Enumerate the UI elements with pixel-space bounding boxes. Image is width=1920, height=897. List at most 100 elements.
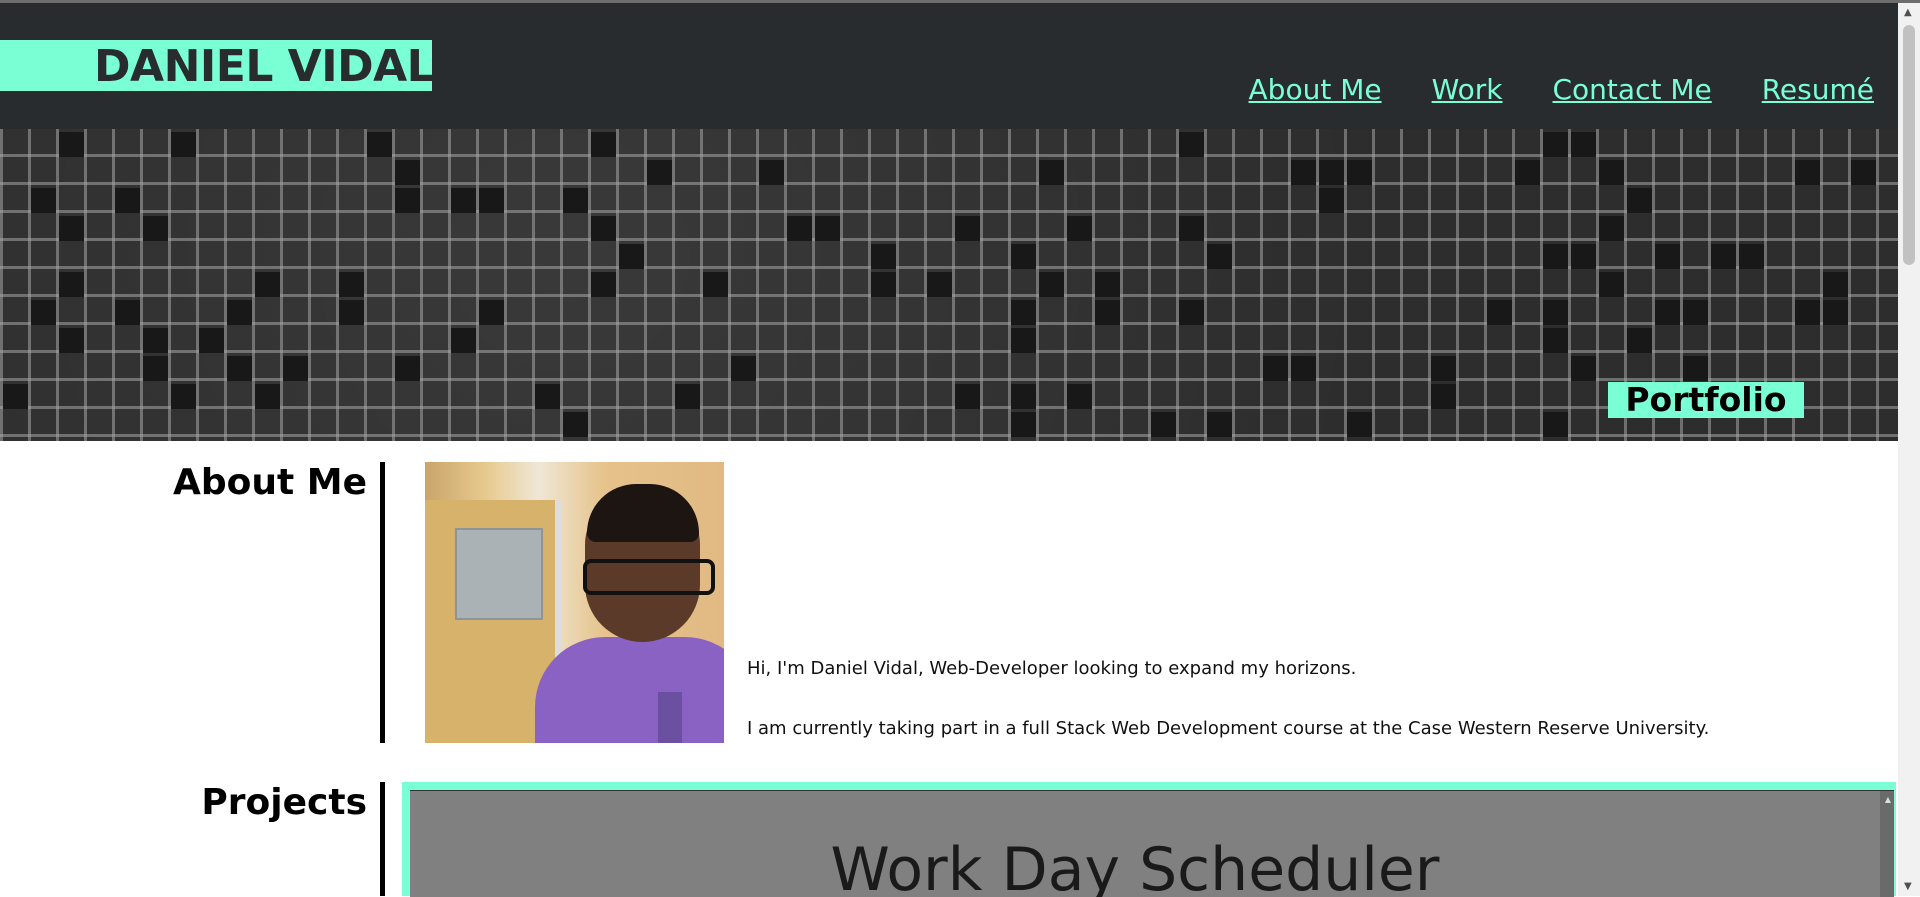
hero-mosaic-tile xyxy=(1179,132,1204,157)
hero-mosaic-tile xyxy=(1543,300,1568,325)
hero-mosaic-tile xyxy=(1319,160,1344,185)
hero-mosaic-tile xyxy=(1795,300,1820,325)
site-header: DANIEL VIDAL About Me Work Contact Me Re… xyxy=(0,3,1898,129)
hero-mosaic-tile xyxy=(563,412,588,437)
hero-mosaic-tile xyxy=(871,272,896,297)
hero-mosaic-tile xyxy=(1627,328,1652,353)
hero-mosaic-tile xyxy=(1851,160,1876,185)
hero-mosaic-tile xyxy=(115,300,140,325)
brand-name[interactable]: DANIEL VIDAL xyxy=(94,37,435,97)
hero-mosaic-tile xyxy=(3,384,28,409)
hero-mosaic-tile xyxy=(395,160,420,185)
hero-mosaic-tile xyxy=(1319,188,1344,213)
hero-mosaic-tile xyxy=(1655,244,1680,269)
hero-mosaic-tile xyxy=(1011,244,1036,269)
nav-link-contact-me[interactable]: Contact Me xyxy=(1553,73,1712,106)
scroll-down-icon[interactable]: ▼ xyxy=(1904,881,1912,892)
hero-mosaic-tile xyxy=(1599,160,1624,185)
hero-mosaic-tile xyxy=(367,132,392,157)
main-nav: About Me Work Contact Me Resumé xyxy=(1249,73,1874,106)
scroll-up-icon[interactable]: ▲ xyxy=(1904,7,1912,18)
hero-mosaic-tile xyxy=(1599,216,1624,241)
hero-mosaic-tile xyxy=(255,384,280,409)
hero-mosaic-tile xyxy=(59,328,84,353)
hero-mosaic-tile xyxy=(59,272,84,297)
hero-mosaic-tile xyxy=(1431,384,1456,409)
hero-mosaic-tile xyxy=(31,188,56,213)
hero-mosaic-tile xyxy=(115,188,140,213)
hero-mosaic-tile xyxy=(1627,188,1652,213)
hero-mosaic-tile xyxy=(171,384,196,409)
project-card[interactable]: Work Day Scheduler ▲ xyxy=(410,790,1894,897)
hero-mosaic-tile xyxy=(535,384,560,409)
hero-mosaic-tile xyxy=(59,132,84,157)
hero-mosaic-tile xyxy=(1011,300,1036,325)
scroll-up-icon[interactable]: ▲ xyxy=(1885,795,1891,804)
hero-mosaic-tile xyxy=(591,216,616,241)
hero-mosaic-tile xyxy=(1739,244,1764,269)
hero-mosaic-tile xyxy=(1683,300,1708,325)
hero-mosaic-tile xyxy=(479,188,504,213)
hero-mosaic-tile xyxy=(1011,412,1036,437)
hero-mosaic-tile xyxy=(647,160,672,185)
page-scrollbar[interactable]: ▲ ▼ xyxy=(1898,3,1920,896)
hero-mosaic-tile xyxy=(1179,300,1204,325)
hero-mosaic-tile xyxy=(1515,160,1540,185)
hero-mosaic-tile xyxy=(1599,272,1624,297)
nav-link-resume[interactable]: Resumé xyxy=(1762,73,1874,106)
hero-mosaic-tile xyxy=(143,216,168,241)
hero-mosaic-tile xyxy=(1095,272,1120,297)
projects-heading: Projects xyxy=(201,782,367,823)
hero-mosaic-tile xyxy=(1571,244,1596,269)
hero-mosaic-tile xyxy=(1039,272,1064,297)
hero-mosaic-tile xyxy=(451,328,476,353)
hero-mosaic-tile xyxy=(1011,384,1036,409)
hero-mosaic-tile xyxy=(227,300,252,325)
project-title[interactable]: Work Day Scheduler xyxy=(410,835,1860,897)
nav-link-about-me[interactable]: About Me xyxy=(1249,73,1382,106)
hero-mosaic-tile xyxy=(1487,300,1512,325)
hero-mosaic-tile xyxy=(1347,160,1372,185)
hero-mosaic-tile xyxy=(1207,244,1232,269)
hero-mosaic-tile xyxy=(199,328,224,353)
hero-mosaic-tile xyxy=(1571,132,1596,157)
projects-divider xyxy=(380,782,385,896)
hero-mosaic-tile xyxy=(339,300,364,325)
hero-mosaic-tile xyxy=(1151,412,1176,437)
scrollbar-thumb[interactable] xyxy=(1903,25,1915,265)
hero-mosaic-tile xyxy=(591,132,616,157)
project-scrollbar[interactable]: ▲ xyxy=(1880,791,1894,897)
nav-link-work[interactable]: Work xyxy=(1432,73,1503,106)
hero-mosaic-tile xyxy=(927,272,952,297)
portfolio-badge: Portfolio xyxy=(1608,382,1804,418)
hero-mosaic-tile xyxy=(1179,216,1204,241)
hero-mosaic-tile xyxy=(1067,384,1092,409)
hero-mosaic-tile xyxy=(1039,160,1064,185)
profile-photo xyxy=(425,462,724,743)
hero-mosaic-tile xyxy=(1011,328,1036,353)
hero-mosaic-tile xyxy=(871,244,896,269)
hero-mosaic-tile xyxy=(1823,272,1848,297)
hero-mosaic-tile xyxy=(1683,356,1708,381)
hero-mosaic-tile xyxy=(171,132,196,157)
hero-mosaic-tile xyxy=(815,216,840,241)
hero-mosaic-tile xyxy=(1067,216,1092,241)
hero-mosaic-tile xyxy=(451,188,476,213)
hero-mosaic-tile xyxy=(395,356,420,381)
hero-mosaic-tile xyxy=(1543,412,1568,437)
hero-mosaic-tile xyxy=(31,300,56,325)
hero-mosaic-tile xyxy=(759,160,784,185)
about-paragraph-intro: Hi, I'm Daniel Vidal, Web-Developer look… xyxy=(747,658,1357,679)
hero-mosaic-tile xyxy=(143,328,168,353)
hero-mosaic-tile xyxy=(143,356,168,381)
hero-mosaic-tile xyxy=(227,356,252,381)
hero-mosaic-tile xyxy=(703,272,728,297)
hero-mosaic-tile xyxy=(1347,412,1372,437)
hero-mosaic-tile xyxy=(955,384,980,409)
hero-mosaic-tile xyxy=(1095,300,1120,325)
hero-mosaic-tile xyxy=(283,356,308,381)
hero-mosaic-tile xyxy=(563,188,588,213)
hero-mosaic-tile xyxy=(619,244,644,269)
hero-mosaic-tile xyxy=(1291,356,1316,381)
hero-mosaic-tile xyxy=(1291,160,1316,185)
